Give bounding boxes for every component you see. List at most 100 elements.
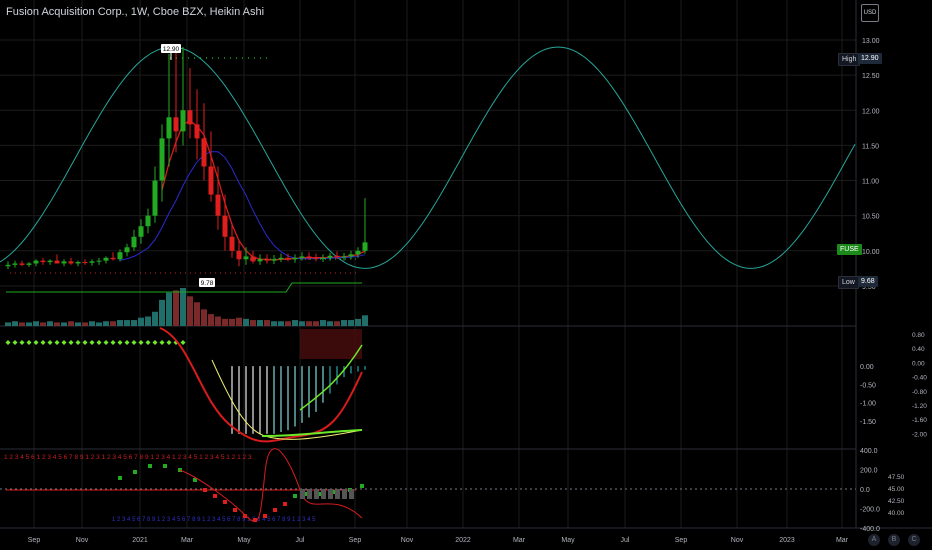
candle-body	[271, 259, 277, 261]
osc2-trend-dot	[293, 494, 297, 498]
time-tick-label: Sep	[349, 537, 362, 544]
osc2-trend-dot	[273, 508, 277, 512]
sequence-counts-bottom: 1 2 3 4 5 6 7 8 9 1 2 3 4 5 6 7 8 9 1 2 …	[112, 517, 316, 523]
volume-bar	[215, 316, 221, 326]
signal-diamond	[180, 340, 186, 345]
candle-body	[243, 256, 249, 260]
volume-bar	[180, 288, 186, 326]
osc1-right-tick-label: 0.00	[912, 360, 925, 367]
candle-body	[355, 250, 361, 255]
candle-body	[89, 261, 95, 263]
candle-body	[257, 259, 263, 262]
candle-body	[187, 110, 193, 125]
signal-diamond	[5, 340, 11, 345]
candle-body	[285, 257, 291, 260]
osc2-histogram-bar	[307, 489, 312, 499]
candle-body	[68, 261, 74, 264]
chart-canvas[interactable]: 13.0012.5012.0011.5011.0010.5010.009.501…	[0, 0, 932, 550]
osc2-right-tick-label: 45.00	[888, 486, 905, 493]
ma-fast-line	[161, 120, 366, 261]
volume-bar	[257, 320, 263, 326]
signal-diamond	[166, 340, 172, 345]
volume-bar	[33, 321, 39, 326]
signal-diamond	[96, 340, 102, 345]
volume-bar	[313, 321, 319, 326]
volume-bar	[187, 296, 193, 326]
volume-bar	[306, 321, 312, 326]
osc1-tick-label: -0.50	[860, 382, 876, 389]
volume-bar	[362, 315, 368, 326]
osc1-right-tick-label: 0.40	[912, 346, 925, 353]
volume-bar	[278, 321, 284, 326]
osc2-trend-dot	[133, 470, 137, 474]
symbol-name: Fusion Acquisition Corp.	[6, 6, 125, 18]
corner-button-c[interactable]: C	[908, 534, 920, 546]
candle-body	[131, 236, 137, 248]
exchange-label: Cboe BZX	[152, 6, 204, 18]
osc2-trend-dot	[148, 464, 152, 468]
time-tick-label: Sep	[28, 537, 41, 544]
candle-body	[180, 110, 186, 132]
signal-diamond	[138, 340, 144, 345]
osc2-trend-dot	[263, 514, 267, 518]
candle-body	[194, 124, 200, 139]
signal-diamond	[124, 340, 130, 345]
price-tick-label: 11.00	[862, 179, 879, 186]
time-tick-label: Mar	[181, 537, 194, 544]
candle-body	[117, 252, 123, 260]
signal-diamond	[26, 340, 32, 345]
osc1-tick-label: -1.00	[860, 401, 876, 408]
time-tick-label: Mar	[836, 537, 849, 544]
osc2-tick-label: -200.0	[860, 507, 880, 514]
volume-bar	[236, 317, 242, 326]
osc2-histogram-bar	[342, 489, 347, 499]
candle-body	[5, 264, 11, 267]
signal-diamond	[19, 340, 25, 345]
time-tick-label: May	[237, 537, 251, 544]
chart-style-label: Heikin Ashi	[209, 6, 265, 18]
time-tick-label: Sep	[675, 537, 688, 544]
volume-bar	[124, 320, 130, 326]
time-tick-label: Jul	[621, 537, 630, 544]
volume-bar	[110, 321, 116, 326]
osc1-right-tick-label: 0.80	[912, 332, 925, 339]
osc1-right-tick-label: -0.40	[912, 375, 927, 382]
sequence-counts-top: 1 2 3 4 5 6 1 2 3 4 5 6 7 8 9 1 2 3 1 2 …	[4, 454, 252, 461]
currency-button[interactable]: USD	[861, 4, 879, 22]
candle-body	[12, 263, 18, 265]
candle-body	[327, 255, 333, 258]
candle-body	[292, 257, 298, 260]
osc1-tick-label: -1.50	[860, 419, 876, 426]
time-tick-label: Mar	[513, 537, 526, 544]
osc2-histogram-bar	[328, 489, 333, 499]
signal-diamond	[152, 340, 158, 345]
volume-bar	[292, 320, 298, 326]
volume-bar	[285, 321, 291, 326]
volume-bar	[12, 321, 18, 326]
candle-body	[138, 226, 144, 237]
volume-bar	[152, 311, 158, 326]
volume-bar	[320, 320, 326, 326]
candle-body	[201, 138, 207, 167]
signal-diamond	[110, 340, 116, 345]
volume-bar	[5, 322, 11, 326]
osc2-trend-dot	[213, 494, 217, 498]
signal-diamond	[54, 340, 60, 345]
signal-diamond	[89, 340, 95, 345]
osc2-trend-dot	[203, 488, 207, 492]
corner-button-a[interactable]: A	[868, 534, 880, 546]
volume-bar	[54, 322, 60, 326]
volume-bar	[299, 321, 305, 326]
candle-body	[75, 262, 81, 264]
volume-bar	[222, 318, 228, 326]
osc1-right-tick-label: -1.20	[912, 403, 927, 410]
corner-button-b[interactable]: B	[888, 534, 900, 546]
price-tick-label: 13.00	[862, 38, 880, 45]
osc2-histogram-bar	[321, 489, 326, 499]
price-tick-label: 11.50	[862, 143, 879, 150]
candle-body	[47, 260, 53, 263]
signal-diamond	[131, 340, 137, 345]
osc1-right-tick-label: -1.60	[912, 417, 927, 424]
candle-body	[264, 259, 270, 261]
osc1-tick-label: 0.00	[860, 364, 874, 371]
